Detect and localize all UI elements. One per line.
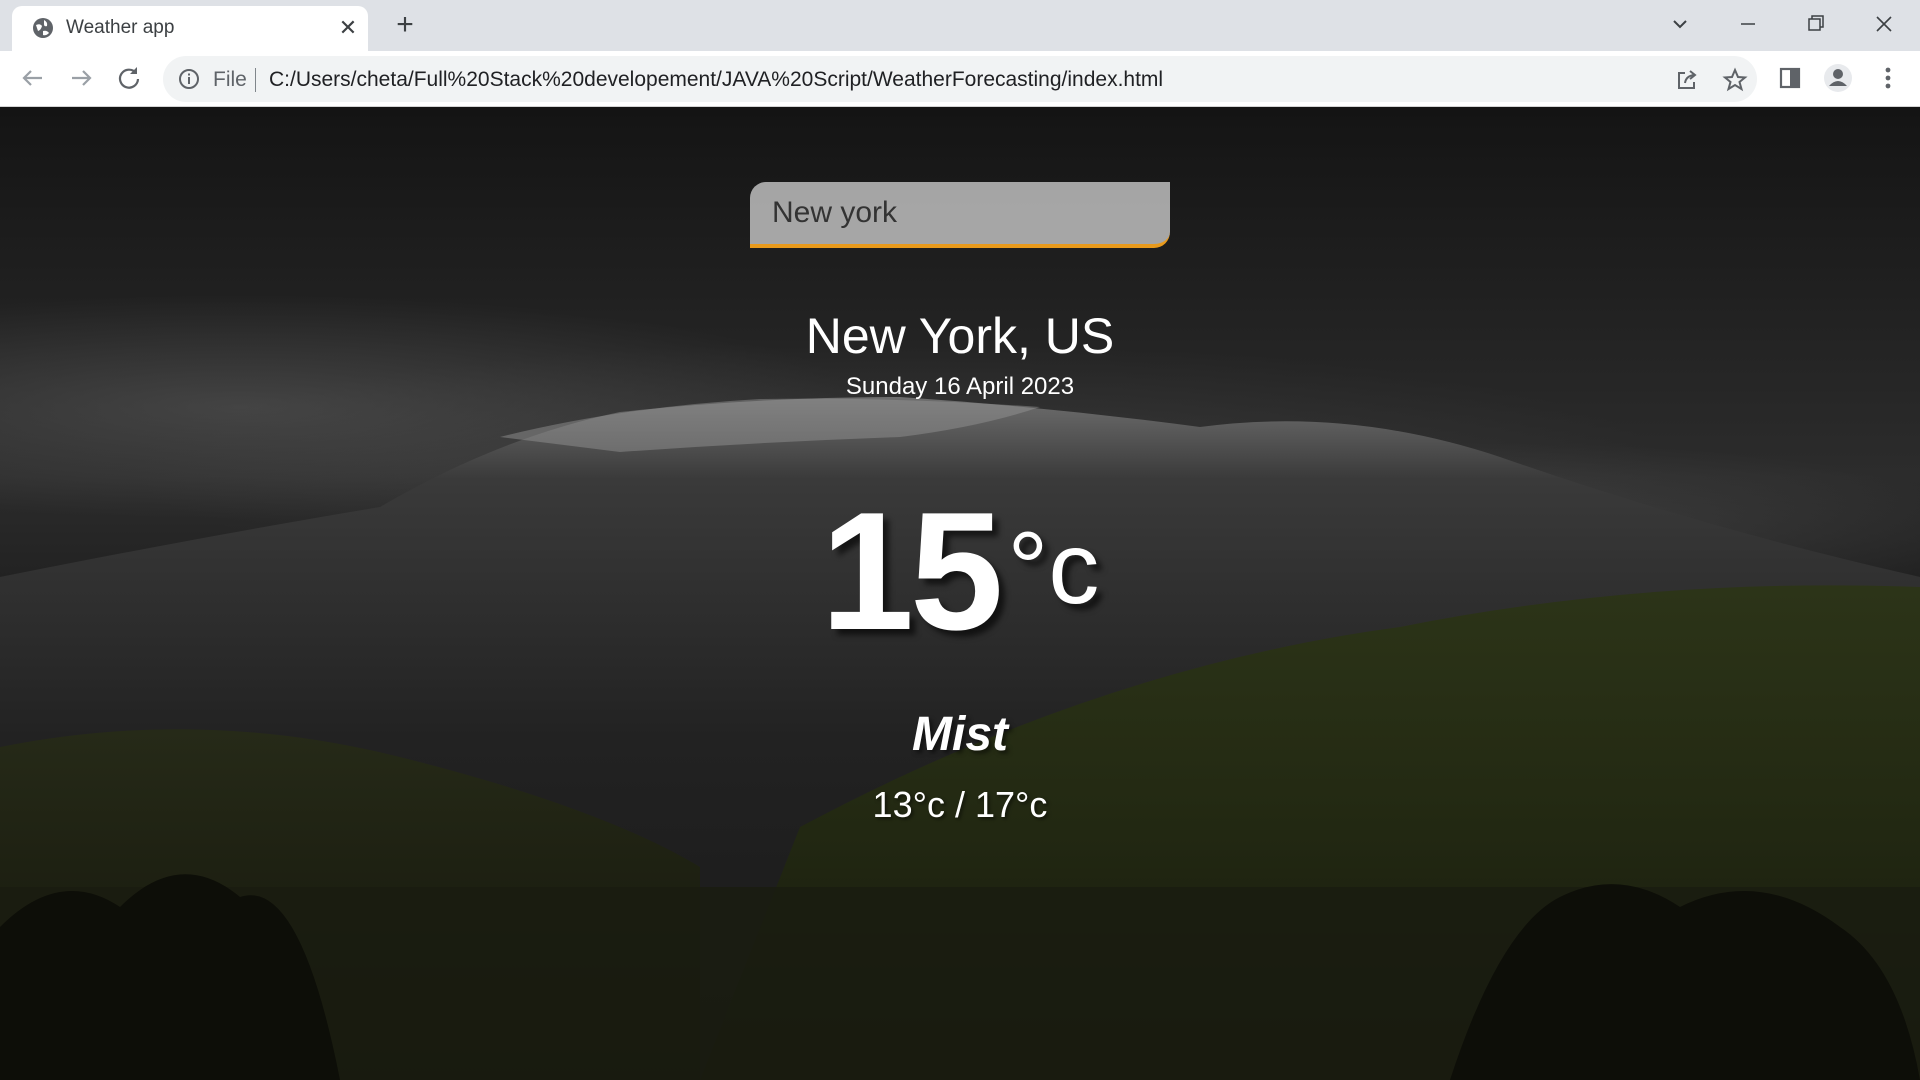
url-text[interactable]: C:/Users/cheta/Full%20Stack%20developeme… <box>269 68 1163 92</box>
weather-condition: Mist <box>912 708 1008 761</box>
more-menu-icon[interactable] <box>1872 62 1904 94</box>
globe-icon <box>32 17 54 39</box>
tab-search-icon[interactable] <box>1660 6 1700 42</box>
min-max-temperature: 13°c / 17°c <box>872 784 1048 825</box>
browser-toolbar: File C:/Users/cheta/Full%20Stack%20devel… <box>0 51 1920 107</box>
temperature-display: 15°c <box>0 475 1920 668</box>
new-tab-button[interactable]: + <box>390 10 420 41</box>
city-search-input[interactable] <box>750 182 1170 244</box>
restore-icon[interactable] <box>1796 6 1836 42</box>
back-arrow-icon[interactable] <box>16 61 50 95</box>
profile-icon[interactable] <box>1822 62 1854 94</box>
reload-icon[interactable] <box>112 61 146 95</box>
close-window-icon[interactable] <box>1864 6 1904 42</box>
weather-app-page: New York, US Sunday 16 April 2023 15°c M… <box>0 107 1920 1080</box>
temperature-unit: °c <box>1007 511 1100 625</box>
tab-close-icon[interactable]: ✕ <box>336 16 360 40</box>
tab-title: Weather app <box>66 17 175 38</box>
location-title: New York, US <box>805 308 1115 364</box>
temperature-value: 15 <box>820 477 1004 665</box>
current-date: Sunday 16 April 2023 <box>845 373 1075 400</box>
star-icon[interactable] <box>1721 66 1749 94</box>
browser-tab[interactable]: Weather app ✕ <box>12 6 368 51</box>
omnibox-divider <box>255 68 256 92</box>
share-icon[interactable] <box>1673 66 1701 94</box>
forward-arrow-icon[interactable] <box>64 61 98 95</box>
side-panel-icon[interactable] <box>1774 62 1806 94</box>
scheme-label: File <box>213 68 247 91</box>
minimize-icon[interactable] <box>1728 6 1768 42</box>
search-box[interactable] <box>750 182 1170 248</box>
tab-strip: Weather app ✕ + <box>0 0 1920 51</box>
address-bar[interactable]: File C:/Users/cheta/Full%20Stack%20devel… <box>163 56 1757 102</box>
info-icon[interactable] <box>177 67 201 91</box>
